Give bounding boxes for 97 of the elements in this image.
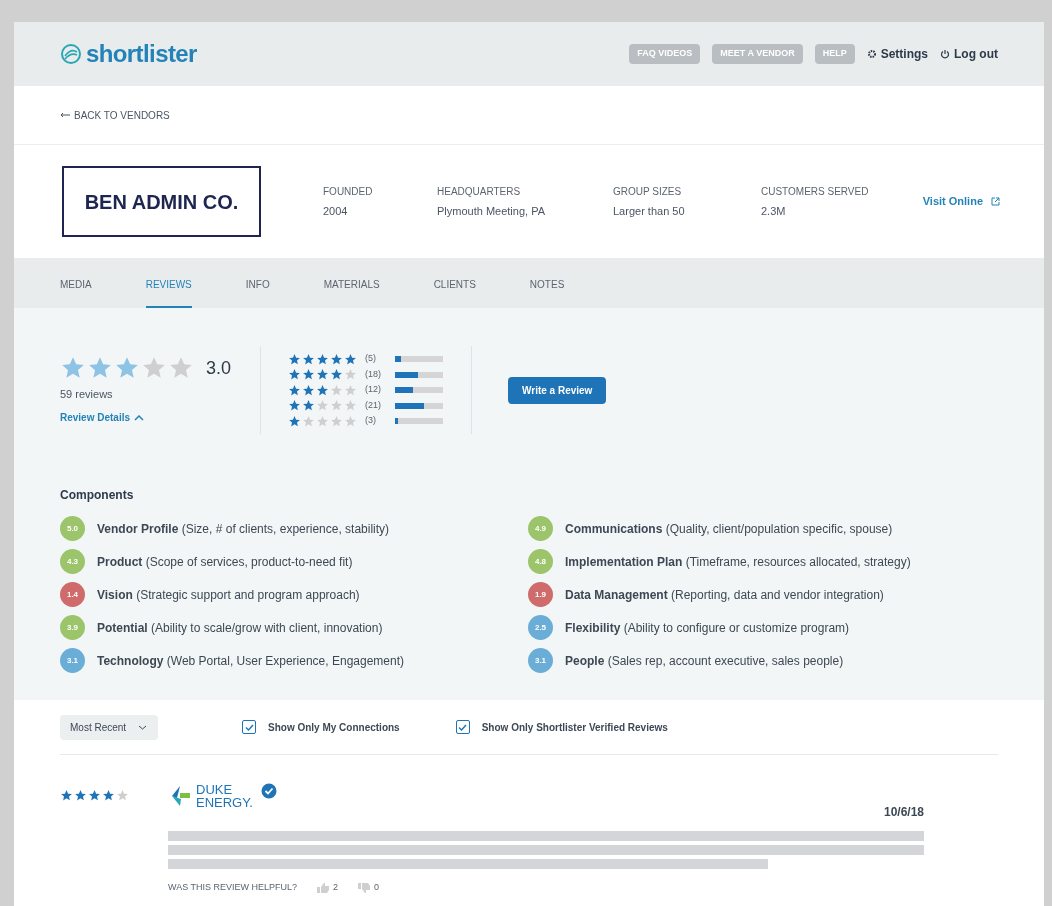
star-icon — [316, 383, 329, 397]
fact-label: FOUNDED — [323, 184, 374, 199]
score-badge: 5.0 — [60, 516, 85, 541]
star-icon — [344, 383, 357, 397]
score-badge: 1.9 — [528, 582, 553, 607]
star-icon — [330, 399, 343, 412]
helpful-label: WAS THIS REVIEW HELPFUL? — [168, 881, 298, 894]
fact-value: 2.3M — [761, 203, 787, 219]
star-icon — [302, 383, 315, 397]
checkbox-label: Show Only My Connections — [268, 720, 400, 735]
checkbox[interactable] — [242, 720, 256, 734]
component-description: Potential (Ability to scale/grow with client, innovation) — [97, 619, 383, 637]
components-title: Components — [60, 487, 135, 504]
chevron-down-icon — [138, 724, 148, 730]
component-description: Vendor Profile (Size, # of clients, experience, stability) — [97, 520, 390, 538]
score-badge: 1.4 — [60, 582, 85, 607]
fact-label: CUSTOMERS SERVED — [761, 184, 870, 199]
fact-value: 2004 — [323, 203, 349, 219]
component-description: Implementation Plan (Timeframe, resources allocated, strategy) — [565, 553, 911, 571]
rating-count: (5) — [365, 352, 377, 366]
rating-count: (12) — [365, 383, 382, 397]
star-icon — [330, 352, 343, 366]
star-icon — [344, 368, 357, 381]
star-icon — [330, 383, 343, 397]
score-badge: 2.5 — [528, 615, 553, 640]
fact-value: Plymouth Meeting, PA — [437, 203, 546, 219]
thumbs-up-button[interactable]: 2 — [317, 881, 339, 895]
component-description: Vision (Strategic support and program approach) — [97, 586, 360, 604]
star-icon — [288, 399, 301, 412]
company-name: DUKE ENERGY. — [196, 783, 253, 809]
score-badge: 3.9 — [60, 615, 85, 640]
checkbox-label: Show Only Shortlister Verified Reviews — [481, 720, 668, 735]
tab[interactable]: CLIENTS — [433, 258, 476, 308]
logout-link[interactable]: Log out — [940, 45, 998, 63]
vendor-logo: BEN ADMIN CO. — [62, 166, 261, 237]
fact-value: Larger than 50 — [613, 203, 686, 219]
star-icon — [116, 789, 129, 802]
score-badge: 4.9 — [528, 516, 553, 541]
star-icon — [74, 789, 87, 802]
star-icon — [302, 368, 315, 381]
thumbs-down-button[interactable]: 0 — [358, 881, 380, 895]
component-description: Flexibility (Ability to configure or customize program) — [565, 619, 850, 637]
tab[interactable]: MEDIA — [60, 258, 92, 308]
star-icon — [288, 414, 301, 428]
sort-dropdown[interactable]: Most Recent — [60, 714, 158, 740]
settings-link[interactable]: Settings — [866, 45, 928, 63]
star-icon — [102, 789, 115, 802]
component-description: People (Sales rep, account executive, sales people) — [565, 652, 844, 670]
review-count: 59 reviews — [60, 386, 114, 402]
power-icon — [940, 49, 950, 59]
star-icon — [330, 414, 343, 428]
component-description: Data Management (Reporting, data and vendor integration) — [565, 586, 884, 604]
left-arrow-icon — [60, 112, 70, 118]
star-icon — [60, 789, 73, 802]
star-icon — [302, 399, 315, 412]
star-icon — [344, 352, 357, 366]
score-badge: 3.1 — [528, 648, 553, 673]
external-link-icon — [991, 197, 1000, 206]
star-icon — [288, 352, 301, 366]
score-badge: 3.1 — [60, 648, 85, 673]
component-description: Communications (Quality, client/population specific, spouse) — [565, 520, 893, 538]
back-link[interactable]: BACK TO VENDORS — [60, 107, 170, 123]
star-icon — [316, 399, 329, 412]
rating-count: (18) — [365, 367, 382, 381]
tab[interactable]: NOTES — [529, 258, 565, 308]
tab[interactable]: MATERIALS — [323, 258, 380, 308]
fact-label: HEADQUARTERS — [437, 184, 522, 199]
star-icon — [316, 368, 329, 381]
star-icon — [316, 352, 329, 366]
star-icon — [88, 789, 101, 802]
visit-online-link[interactable]: Visit Online — [922, 193, 1000, 210]
average-score: 3.0 — [206, 356, 232, 380]
brand-logo[interactable]: shortlister — [86, 36, 197, 72]
star-icon — [316, 414, 329, 428]
checkbox[interactable] — [455, 720, 470, 734]
star-icon — [344, 399, 357, 412]
star-icon — [302, 414, 315, 428]
rating-count: (3) — [365, 414, 377, 428]
gear-icon — [866, 49, 877, 59]
star-icon — [344, 414, 357, 428]
write-review-button[interactable]: Write a Review — [508, 376, 607, 404]
star-icon — [288, 383, 301, 397]
review-details-link[interactable]: Review Details — [60, 410, 145, 426]
thumbs-down-icon — [358, 882, 371, 893]
star-icon — [330, 368, 343, 381]
logo-icon — [60, 43, 82, 65]
review-date: 10/6/18 — [883, 804, 924, 821]
score-badge: 4.8 — [528, 549, 553, 574]
star-icon — [302, 352, 315, 366]
star-icon — [288, 368, 301, 381]
thumbs-up-icon — [317, 882, 330, 893]
component-description: Product (Scope of services, product-to-need fit) — [97, 553, 353, 571]
tab[interactable]: INFO — [245, 258, 270, 308]
component-description: Technology (Web Portal, User Experience, Engagement) — [97, 652, 404, 670]
score-badge: 4.3 — [60, 549, 85, 574]
fact-label: GROUP SIZES — [613, 184, 683, 199]
rating-count: (21) — [365, 398, 382, 412]
